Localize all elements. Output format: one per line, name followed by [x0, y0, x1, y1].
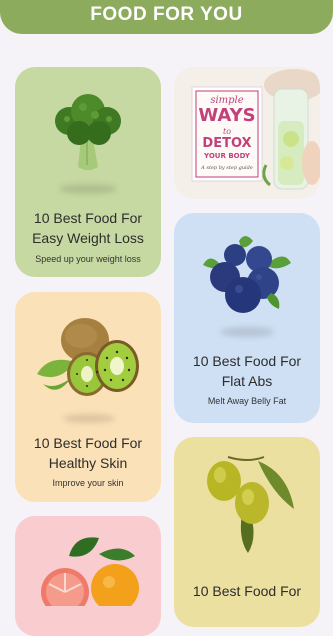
card-weight-loss[interactable]: 10 Best Food For Easy Weight Loss Speed … [15, 67, 161, 277]
card-title-line1: 10 Best Food For [192, 583, 302, 599]
card-title-line1: 10 Best Food For [192, 353, 302, 369]
card-healthy-skin[interactable]: 10 Best Food For Healthy Skin Improve yo… [15, 292, 161, 502]
broccoli-icon [55, 94, 121, 170]
card-title-line2: Easy Weight Loss [32, 230, 144, 246]
kiwi-icon [37, 318, 139, 396]
card-subtitle: Speed up your weight loss [35, 254, 141, 264]
blueberries-icon [203, 236, 291, 313]
card-subtitle: Improve your skin [52, 478, 124, 488]
citrus-icon [41, 537, 139, 606]
banner-ways: WAYS [198, 105, 256, 126]
banner-guide: A step by step guide [201, 165, 253, 171]
card-title-line1: 10 Best Food For [33, 210, 143, 226]
card-title-line1: 10 Best Food For [33, 435, 143, 451]
card-citrus[interactable] [15, 516, 161, 636]
card-title-line2: Flat Abs [221, 373, 273, 389]
card-title-line2: Healthy Skin [48, 455, 128, 471]
page-title: FOOD FOR YOU [90, 4, 243, 25]
card-olives[interactable]: 10 Best Food For [174, 437, 320, 627]
banner-detox: DETOX [202, 136, 252, 151]
banner-body: YOUR BODY [204, 152, 250, 160]
app-header: FOOD FOR YOU [0, 0, 333, 34]
banner-to: to [222, 127, 232, 136]
card-subtitle: Melt Away Belly Fat [207, 396, 287, 406]
card-flat-abs[interactable]: 10 Best Food For Flat Abs Melt Away Bell… [174, 213, 320, 423]
olives-icon [207, 456, 294, 553]
card-detox-banner[interactable]: simple WAYS to DETOX YOUR BODY A step by… [174, 67, 320, 199]
